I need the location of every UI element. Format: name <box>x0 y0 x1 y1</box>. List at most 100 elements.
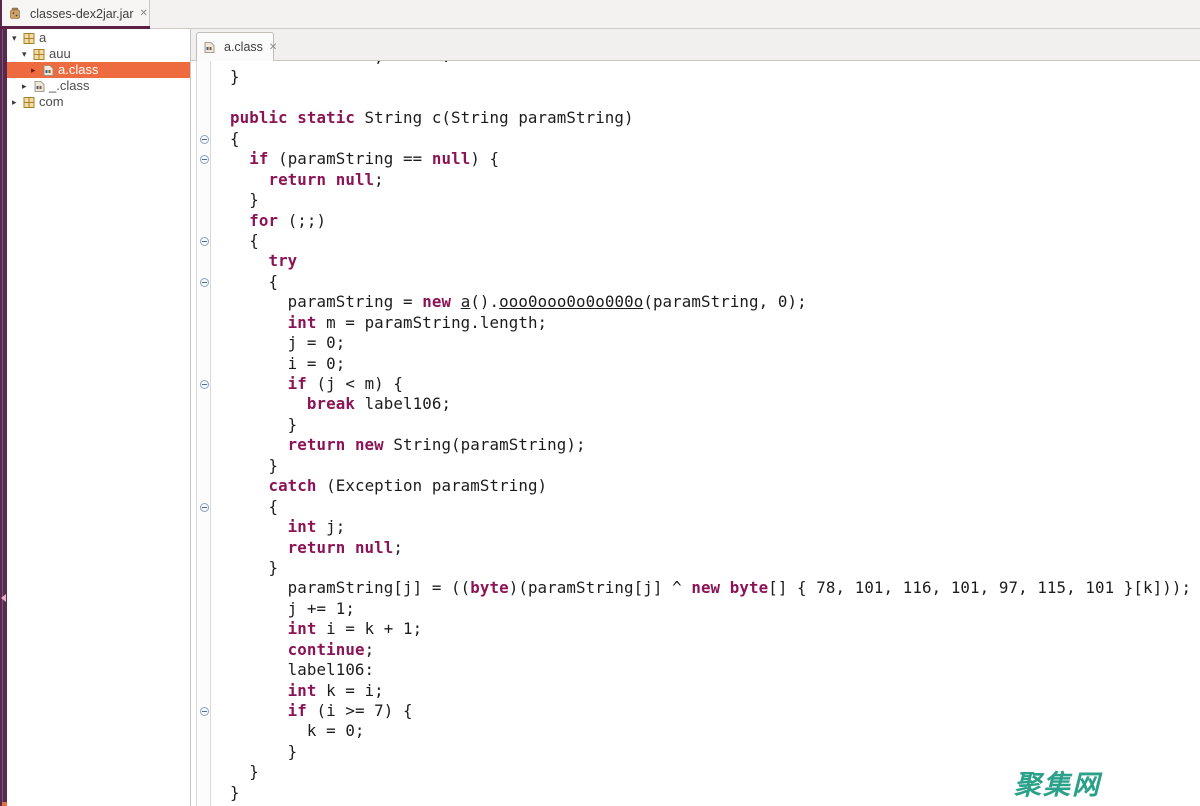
code-token: j += 1; <box>230 599 355 618</box>
fold-toggle-icon[interactable] <box>200 155 209 164</box>
code-line[interactable]: j = 0; <box>230 333 1191 353</box>
code-line[interactable]: label106: <box>230 660 1191 680</box>
expand-arrow-icon[interactable]: ▸ <box>12 94 22 110</box>
code-line[interactable]: } <box>230 415 1191 435</box>
code-line[interactable]: for (;;) <box>230 211 1191 231</box>
code-link[interactable]: a <box>461 292 471 311</box>
expand-arrow-icon[interactable]: ▾ <box>22 46 32 62</box>
active-tab-underline <box>0 26 150 29</box>
code-token: break <box>307 394 355 413</box>
fold-toggle-icon[interactable] <box>200 380 209 389</box>
code-token <box>230 476 268 495</box>
fold-toggle-icon[interactable] <box>200 237 209 246</box>
code-token: paramString = <box>230 292 422 311</box>
code-line[interactable]: return new String(paramString); <box>230 435 1191 455</box>
tree-item-com[interactable]: ▸ com <box>7 94 190 110</box>
code-line[interactable]: return null; <box>230 170 1191 190</box>
code-line[interactable]: int j; <box>230 517 1191 537</box>
code-editor[interactable]: , .} public static String c(String paramS… <box>213 61 1200 806</box>
expand-arrow-icon[interactable]: ▸ <box>22 78 32 94</box>
panel-divider[interactable] <box>190 29 191 806</box>
code-line[interactable]: { <box>230 497 1191 517</box>
fold-toggle-icon[interactable] <box>200 503 209 512</box>
code-token: [] { 78, 101, 116, 101, 97, 115, 101 }[k… <box>768 578 1191 597</box>
code-line[interactable]: { <box>230 129 1191 149</box>
code-token: (Exception paramString) <box>317 476 548 495</box>
code-token: byte <box>470 578 508 597</box>
code-line[interactable]: int k = i; <box>230 681 1191 701</box>
tree-item-a[interactable]: ▾ a <box>7 30 190 46</box>
code-token: m = paramString.length; <box>317 313 548 332</box>
class-icon <box>41 64 55 77</box>
code-line[interactable]: } <box>230 190 1191 210</box>
code-line[interactable] <box>230 88 1191 108</box>
tree-item-auu[interactable]: ▾ auu <box>7 46 190 62</box>
code-token: , . <box>230 61 451 66</box>
code-line[interactable]: public static String c(String paramStrin… <box>230 108 1191 128</box>
tab-classes-dex2jar-jar[interactable]: classes-dex2jar.jar ✕ <box>2 0 150 29</box>
code-line[interactable]: paramString[j] = ((byte)(paramString[j] … <box>230 578 1191 598</box>
code-token: int <box>288 681 317 700</box>
code-line[interactable]: break label106; <box>230 394 1191 414</box>
code-token: paramString[j] = (( <box>230 578 470 597</box>
tab-a-class[interactable]: a.class ✕ <box>196 32 274 61</box>
code-line[interactable]: j += 1; <box>230 599 1191 619</box>
tree-item-label: com <box>39 94 64 110</box>
code-line[interactable]: } <box>230 67 1191 87</box>
code-line[interactable]: int m = paramString.length; <box>230 313 1191 333</box>
code-line[interactable]: return null; <box>230 538 1191 558</box>
restore-panel-arrow-icon[interactable] <box>1 594 6 602</box>
code-token: continue <box>288 640 365 659</box>
code-token: { <box>230 497 278 516</box>
code-line[interactable]: if (paramString == null) { <box>230 149 1191 169</box>
code-token: int <box>288 517 317 536</box>
code-token: String(paramString); <box>384 435 586 454</box>
code-line[interactable]: k = 0; <box>230 721 1191 741</box>
minimized-view-strip[interactable] <box>0 29 7 806</box>
code-token: { <box>230 272 278 291</box>
code-token: } <box>230 456 278 475</box>
editor-tab-close-icon[interactable]: ✕ <box>269 42 277 53</box>
code-line[interactable]: int i = k + 1; <box>230 619 1191 639</box>
jd-gui-window: classes-dex2jar.jar ✕ ▾ a ▾ au <box>0 0 1200 806</box>
code-token: k = i; <box>317 681 384 700</box>
code-token <box>230 435 288 454</box>
watermark: 聚集网 <box>1014 763 1101 802</box>
code-token: k = 0; <box>230 721 365 740</box>
code-token <box>451 292 461 311</box>
tree-item-underscore-class[interactable]: ▸ _.class <box>7 78 190 94</box>
code-line[interactable]: { <box>230 231 1191 251</box>
jar-tab-close-icon[interactable]: ✕ <box>140 8 148 19</box>
code-token <box>230 538 288 557</box>
expand-arrow-icon[interactable]: ▸ <box>31 62 41 78</box>
fold-toggle-icon[interactable] <box>200 707 209 716</box>
code-line[interactable]: if (i >= 7) { <box>230 701 1191 721</box>
package-icon <box>22 32 36 45</box>
code-line[interactable]: } <box>230 558 1191 578</box>
tree-item-a-class[interactable]: ▸ a.class <box>7 62 190 78</box>
code-line[interactable]: paramString = new a().ooo0ooo0o0o000o(pa… <box>230 292 1191 312</box>
code-line[interactable]: continue; <box>230 640 1191 660</box>
code-line[interactable]: i = 0; <box>230 354 1191 374</box>
code-line[interactable]: { <box>230 272 1191 292</box>
expand-arrow-icon[interactable]: ▾ <box>12 30 22 46</box>
code-line[interactable]: catch (Exception paramString) <box>230 476 1191 496</box>
code-line[interactable]: } <box>230 456 1191 476</box>
jar-icon <box>8 7 22 20</box>
code-token <box>230 313 288 332</box>
code-link[interactable]: ooo0ooo0o0o000o <box>499 292 643 311</box>
code-token: catch <box>268 476 316 495</box>
package-tree: ▾ a ▾ auu ▸ a.class <box>7 30 190 806</box>
fold-toggle-icon[interactable] <box>200 135 209 144</box>
code-line[interactable]: try <box>230 251 1191 271</box>
tree-item-label: a <box>39 30 46 46</box>
code-token: for <box>249 211 278 230</box>
code-lines: , .} public static String c(String paramS… <box>230 61 1191 803</box>
code-token <box>230 211 249 230</box>
tree-item-label: _.class <box>49 78 89 94</box>
code-token <box>230 517 288 536</box>
code-line[interactable]: if (j < m) { <box>230 374 1191 394</box>
code-token: (paramString, 0); <box>643 292 806 311</box>
fold-toggle-icon[interactable] <box>200 278 209 287</box>
code-line[interactable]: } <box>230 742 1191 762</box>
